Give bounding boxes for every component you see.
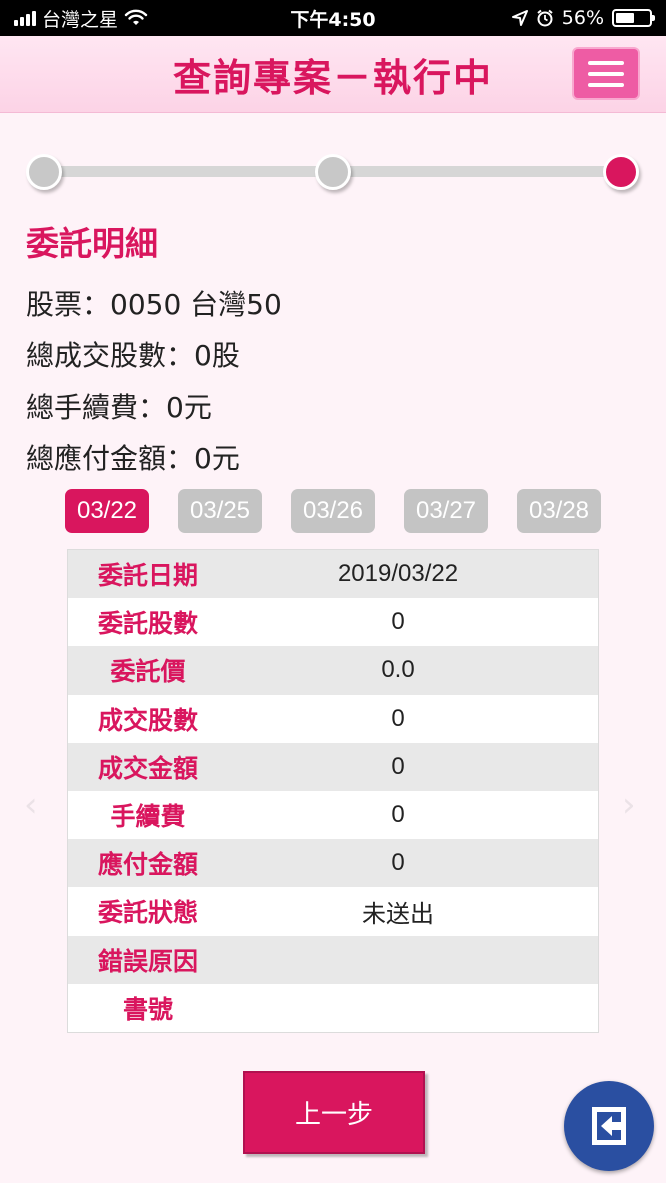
stock-info: 股票：0050 台灣50: [26, 288, 282, 321]
row-label: 手續費: [110, 802, 186, 832]
table-row: 委託日期 2019/03/22: [68, 550, 598, 599]
status-left: 台灣之星: [14, 5, 234, 32]
row-label: 成交金額: [97, 753, 198, 783]
row-value: 0: [391, 752, 405, 780]
progress-step-3: [603, 154, 639, 190]
exit-button[interactable]: [564, 1081, 654, 1171]
carousel-next-icon[interactable]: ›: [622, 785, 636, 825]
row-label: 應付金額: [97, 850, 198, 880]
status-time: 下午4:50: [290, 8, 376, 31]
table-row: 委託狀態 未送出: [68, 887, 598, 936]
status-right: 56%: [432, 7, 655, 29]
detail-table: 委託日期 2019/03/22 委託股數 0 委託價 0.0 成交股數 0 成交…: [67, 549, 599, 1033]
exit-icon: [592, 1107, 626, 1145]
row-label: 錯誤原因: [97, 946, 198, 976]
app-header: 查詢專案－執行中: [0, 36, 666, 113]
carousel-prev-icon[interactable]: ‹: [24, 785, 38, 825]
carrier-name: 台灣之星: [42, 8, 119, 31]
table-row: 書號: [68, 983, 598, 1032]
table-row: 手續費 0: [68, 790, 598, 840]
row-label: 書號: [122, 994, 173, 1024]
row-value: 未送出: [362, 900, 434, 928]
battery-percent: 56%: [561, 7, 604, 29]
signal-icon: [14, 10, 36, 26]
row-label: 委託價: [110, 657, 186, 687]
row-value: 0: [391, 801, 405, 829]
menu-button[interactable]: [572, 47, 640, 100]
row-value: 0: [391, 608, 405, 636]
prev-step-button[interactable]: 上一步: [243, 1071, 425, 1154]
date-tab-0328[interactable]: 03/28: [517, 489, 601, 533]
location-arrow-icon: [511, 10, 528, 26]
table-row: 成交金額 0: [68, 742, 598, 791]
progress-step-1: [26, 154, 62, 190]
date-tab-0327[interactable]: 03/27: [404, 489, 488, 533]
date-tab-0322[interactable]: 03/22: [65, 489, 149, 533]
row-value: 0: [391, 704, 405, 732]
row-label: 成交股數: [97, 705, 198, 735]
row-value: 0.0: [381, 656, 415, 684]
row-value: 2019/03/22: [337, 560, 459, 588]
table-row: 錯誤原因: [68, 935, 598, 984]
section-title: 委託明細: [26, 224, 158, 263]
row-label: 委託股數: [97, 609, 198, 639]
row-value: 0: [391, 849, 405, 877]
battery-fill: [616, 13, 634, 23]
battery-icon: [612, 9, 655, 27]
total-fee: 總手續費：0元: [26, 391, 212, 424]
table-row: 委託股數 0: [68, 598, 598, 647]
total-shares: 總成交股數：0股: [26, 339, 240, 372]
status-bar: 台灣之星 下午4:50 56%: [0, 0, 666, 36]
date-tab-0326[interactable]: 03/26: [291, 489, 375, 533]
row-label: 委託日期: [97, 561, 198, 591]
row-label: 委託狀態: [97, 898, 198, 928]
progress-step-2: [315, 154, 351, 190]
hamburger-menu-icon: [588, 60, 624, 65]
date-tab-0325[interactable]: 03/25: [178, 489, 262, 533]
table-row: 應付金額 0: [68, 839, 598, 888]
page-title: 查詢專案－執行中: [172, 55, 493, 100]
alarm-icon: [537, 9, 553, 27]
total-payable: 總應付金額：0元: [26, 442, 240, 475]
table-row: 委託價 0.0: [68, 646, 598, 695]
wifi-icon: [124, 9, 148, 25]
table-row: 成交股數 0: [68, 694, 598, 743]
